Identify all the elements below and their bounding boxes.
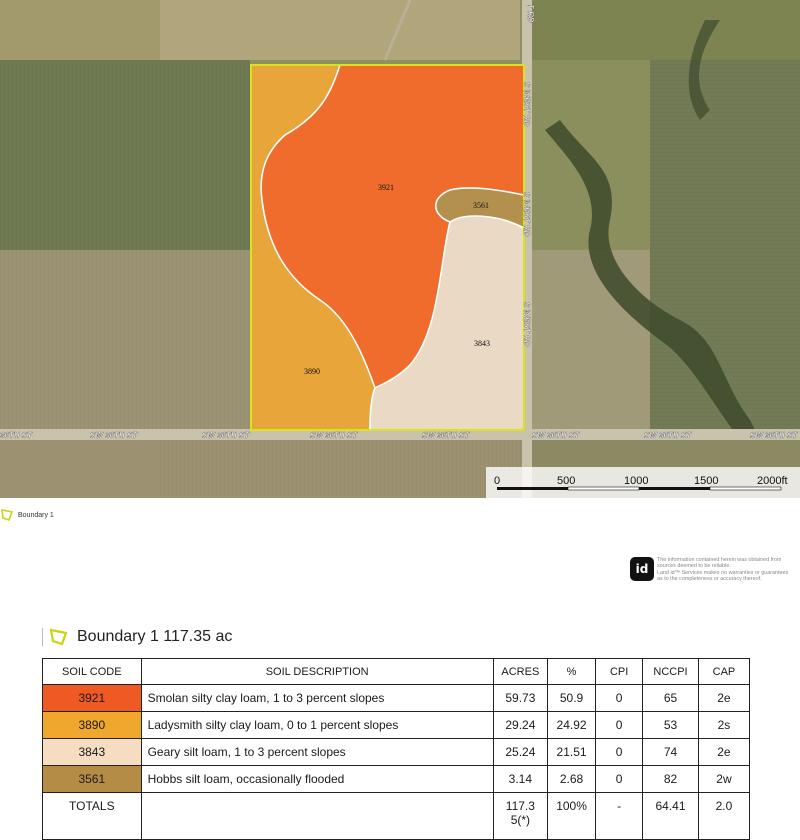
map-legend: Boundary 1: [0, 505, 54, 525]
soil-description-cell: Smolan silty clay loam, 1 to 3 percent s…: [140, 684, 494, 712]
cpi-cell: 0: [595, 738, 644, 766]
header-nccpi: NCCPI: [642, 658, 699, 685]
header-cap: CAP: [697, 658, 751, 685]
soil-map[interactable]: 3921 3561 3843 3890 T RD S WEST RD S WES…: [0, 0, 800, 498]
disclaimer: id The information contained herein was …: [630, 557, 800, 583]
road-label-st-3: SW 36TH ST: [202, 431, 250, 440]
percent-cell: 2.68: [546, 765, 597, 793]
totals-acres-line-2: 5(*): [510, 813, 531, 827]
nccpi-cell: 65: [642, 684, 699, 712]
header-percent: %: [546, 658, 597, 685]
soil-description-cell: Geary silt loam, 1 to 3 percent slopes: [140, 738, 494, 766]
acres-cell: 59.73: [492, 684, 548, 712]
scale-tick-500: 500: [557, 475, 575, 487]
disclaimer-line-4: as to the completeness or accuracy there…: [657, 576, 762, 583]
road-label-st-2: SW 36TH ST: [90, 431, 138, 440]
totals-description-cell: [140, 792, 494, 840]
scale-tick-1000: 1000: [624, 475, 648, 487]
soil-description-cell: Ladysmith silty clay loam, 0 to 1 percen…: [140, 711, 494, 739]
acres-cell: 25.24: [492, 738, 548, 766]
acres-cell: 29.24: [492, 711, 548, 739]
header-soil-code: SOIL CODE: [42, 658, 142, 685]
cpi-cell: 0: [595, 684, 644, 712]
soil-code-cell: 3890: [42, 711, 142, 739]
cap-cell: 2s: [697, 711, 751, 739]
nccpi-cell: 74: [642, 738, 699, 766]
road-label-st-8: SW 36TH ST: [750, 431, 798, 440]
totals-acres: 117.3 5(*): [492, 792, 548, 840]
soil-code-cell: 3843: [42, 738, 142, 766]
totals-label: TOTALS: [42, 792, 142, 840]
header-cpi: CPI: [595, 658, 644, 685]
field-ne: [530, 0, 800, 60]
table-row: 3921 Smolan silty clay loam, 1 to 3 perc…: [42, 684, 751, 712]
table-row: 3561 Hobbs silt loam, occasionally flood…: [42, 765, 751, 793]
table-header-row: SOIL CODE SOIL DESCRIPTION ACRES % CPI N…: [42, 658, 751, 685]
nccpi-cell: 82: [642, 765, 699, 793]
scale-tick-0: 0: [494, 475, 500, 487]
cpi-cell: 0: [595, 711, 644, 739]
soil-table: SOIL CODE SOIL DESCRIPTION ACRES % CPI N…: [42, 658, 751, 840]
percent-cell: 21.51: [546, 738, 597, 766]
table-row: 3890 Ladysmith silty clay loam, 0 to 1 p…: [42, 711, 751, 739]
cap-cell: 2e: [697, 684, 751, 712]
percent-cell: 24.92: [546, 711, 597, 739]
soil-code-cell: 3561: [42, 765, 142, 793]
soil-label-3921: 3921: [378, 183, 394, 192]
acres-cell: 3.14: [492, 765, 548, 793]
road-label-st-1: 36TH ST: [0, 431, 33, 440]
boundary-heading-icon: [49, 628, 68, 646]
cap-cell: 2e: [697, 738, 751, 766]
road-label-west-3: S WEST RD: [522, 302, 531, 347]
scale-bar: 0 500 1000 1500 2000ft: [486, 467, 800, 498]
soil-code-cell: 3921: [42, 684, 142, 712]
soil-description-cell: Hobbs silt loam, occasionally flooded: [140, 765, 494, 793]
road-label-st-5: SW 36TH ST: [422, 431, 470, 440]
cap-cell: 2w: [697, 765, 751, 793]
field-n: [160, 0, 520, 60]
road-label-st-7: SW 36TH ST: [644, 431, 692, 440]
header-soil-description: SOIL DESCRIPTION: [140, 658, 494, 685]
totals-acres-line-1: 117.3: [505, 799, 535, 813]
road-label-st-6: SW 36TH ST: [532, 431, 580, 440]
road-label-west-2: S WEST RD: [522, 192, 531, 237]
header-acres: ACRES: [492, 658, 548, 685]
road-label-west-1: S WEST RD: [522, 82, 531, 127]
scale-tick-1500: 1500: [694, 475, 718, 487]
soil-label-3890: 3890: [304, 367, 320, 376]
percent-cell: 50.9: [546, 684, 597, 712]
cpi-cell: 0: [595, 765, 644, 793]
boundary-icon: [1, 508, 14, 522]
boundary-title: Boundary 1 117.35 ac: [77, 628, 233, 645]
scale-tick-2000: 2000ft: [757, 475, 788, 487]
legend-label: Boundary 1: [18, 511, 54, 519]
totals-percent: 100%: [546, 792, 597, 840]
road-label-north: T RD: [526, 4, 535, 23]
field-nw: [0, 0, 160, 60]
totals-cap: 2.0: [697, 792, 751, 840]
nccpi-cell: 53: [642, 711, 699, 739]
boundary-heading: Boundary 1 117.35 ac: [42, 628, 232, 646]
field-se: [530, 250, 650, 430]
soil-label-3561: 3561: [473, 201, 489, 210]
totals-cpi: -: [595, 792, 644, 840]
table-row: 3843 Geary silt loam, 1 to 3 percent slo…: [42, 738, 751, 766]
totals-row: TOTALS 117.3 5(*) 100% - 64.41 2.0: [42, 792, 751, 840]
land-id-logo: id: [630, 557, 654, 581]
road-label-st-4: SW 36TH ST: [310, 431, 358, 440]
totals-nccpi: 64.41: [642, 792, 699, 840]
soil-label-3843: 3843: [474, 339, 490, 348]
